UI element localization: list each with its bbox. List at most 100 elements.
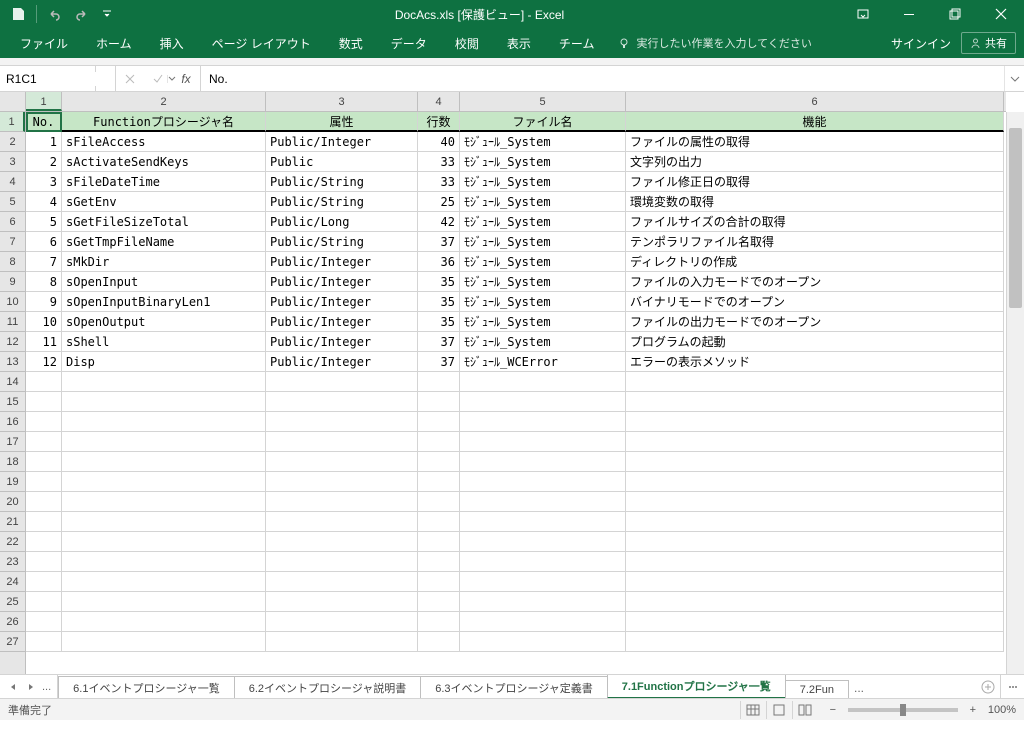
cell[interactable]: sOpenInput <box>62 272 266 292</box>
cell[interactable] <box>62 632 266 652</box>
cells-area[interactable]: No.Functionプロシージャ名属性行数ファイル名機能1sFileAcces… <box>26 112 1006 674</box>
cell[interactable]: ﾓｼﾞｭｰﾙ_System <box>460 232 626 252</box>
cell[interactable]: ファイル修正日の取得 <box>626 172 1004 192</box>
cell[interactable]: ファイル名 <box>460 112 626 132</box>
tab-formulas[interactable]: 数式 <box>325 28 377 58</box>
cell[interactable] <box>626 452 1004 472</box>
cell[interactable] <box>26 412 62 432</box>
row-header-24[interactable]: 24 <box>0 572 25 592</box>
cell[interactable] <box>418 372 460 392</box>
row-header-19[interactable]: 19 <box>0 472 25 492</box>
col-header-6[interactable]: 6 <box>626 92 1004 111</box>
ribbon-options-button[interactable] <box>840 0 886 28</box>
cell[interactable] <box>626 472 1004 492</box>
cell[interactable] <box>626 632 1004 652</box>
cell[interactable]: Disp <box>62 352 266 372</box>
cell[interactable] <box>266 372 418 392</box>
cell[interactable] <box>266 392 418 412</box>
row-header-17[interactable]: 17 <box>0 432 25 452</box>
cell[interactable]: sGetEnv <box>62 192 266 212</box>
tab-home[interactable]: ホーム <box>82 28 146 58</box>
col-header-4[interactable]: 4 <box>418 92 460 111</box>
cell[interactable] <box>62 532 266 552</box>
cell[interactable]: 8 <box>26 272 62 292</box>
cell[interactable] <box>418 512 460 532</box>
cell[interactable]: プログラムの起動 <box>626 332 1004 352</box>
cell[interactable]: 11 <box>26 332 62 352</box>
cell[interactable] <box>626 592 1004 612</box>
cell[interactable]: sOpenOutput <box>62 312 266 332</box>
cell[interactable]: 4 <box>26 192 62 212</box>
cell[interactable]: No. <box>26 112 62 132</box>
tab-nav-prev[interactable] <box>6 680 20 694</box>
vertical-scrollbar[interactable] <box>1006 112 1024 674</box>
sheet-tab-6-3[interactable]: 6.3イベントプロシージャ定義書 <box>420 676 608 698</box>
cell[interactable] <box>26 392 62 412</box>
cell[interactable] <box>418 412 460 432</box>
cell[interactable]: Public/Integer <box>266 312 418 332</box>
cell[interactable] <box>460 492 626 512</box>
cell[interactable] <box>418 572 460 592</box>
zoom-slider[interactable] <box>848 708 958 712</box>
cell[interactable]: 42 <box>418 212 460 232</box>
row-header-9[interactable]: 9 <box>0 272 25 292</box>
cell[interactable] <box>62 592 266 612</box>
cell[interactable] <box>460 452 626 472</box>
cell[interactable]: 35 <box>418 292 460 312</box>
cell[interactable] <box>266 612 418 632</box>
cell[interactable] <box>266 452 418 472</box>
cell[interactable]: 3 <box>26 172 62 192</box>
cell[interactable] <box>26 492 62 512</box>
cell[interactable] <box>62 472 266 492</box>
cell[interactable]: ﾓｼﾞｭｰﾙ_System <box>460 272 626 292</box>
enter-formula-button[interactable] <box>144 74 172 84</box>
undo-button[interactable] <box>43 2 67 26</box>
insert-function-button[interactable]: fx <box>172 72 200 86</box>
cell[interactable]: sGetTmpFileName <box>62 232 266 252</box>
cell[interactable]: ﾓｼﾞｭｰﾙ_System <box>460 152 626 172</box>
row-header-21[interactable]: 21 <box>0 512 25 532</box>
cell[interactable] <box>26 432 62 452</box>
cell[interactable] <box>418 432 460 452</box>
cell[interactable]: ﾓｼﾞｭｰﾙ_System <box>460 252 626 272</box>
cell[interactable] <box>62 552 266 572</box>
row-header-25[interactable]: 25 <box>0 592 25 612</box>
row-header-11[interactable]: 11 <box>0 312 25 332</box>
tab-page-layout[interactable]: ページ レイアウト <box>198 28 325 58</box>
cell[interactable]: 1 <box>26 132 62 152</box>
cell[interactable]: Public/String <box>266 172 418 192</box>
cell[interactable] <box>460 432 626 452</box>
cell[interactable]: sGetFileSizeTotal <box>62 212 266 232</box>
cell[interactable]: ﾓｼﾞｭｰﾙ_System <box>460 292 626 312</box>
tab-review[interactable]: 校閲 <box>441 28 493 58</box>
cell[interactable]: 7 <box>26 252 62 272</box>
sheet-tab-options[interactable] <box>1000 675 1024 698</box>
cell[interactable]: 行数 <box>418 112 460 132</box>
qat-customize[interactable] <box>95 2 119 26</box>
cell[interactable] <box>266 412 418 432</box>
cell[interactable] <box>62 512 266 532</box>
cell[interactable]: 6 <box>26 232 62 252</box>
cell[interactable]: 33 <box>418 152 460 172</box>
cell[interactable]: バイナリモードでのオープン <box>626 292 1004 312</box>
cell[interactable] <box>26 592 62 612</box>
cell[interactable] <box>626 612 1004 632</box>
zoom-level[interactable]: 100% <box>988 704 1016 716</box>
cell[interactable] <box>626 572 1004 592</box>
cell[interactable]: Public/String <box>266 232 418 252</box>
sheet-tab-6-2[interactable]: 6.2イベントプロシージャ説明書 <box>234 676 422 698</box>
row-header-6[interactable]: 6 <box>0 212 25 232</box>
row-header-1[interactable]: 1 <box>0 112 25 132</box>
row-header-12[interactable]: 12 <box>0 332 25 352</box>
cell[interactable]: Public/Integer <box>266 272 418 292</box>
tab-nav-ellipsis[interactable]: ... <box>42 681 51 693</box>
cell[interactable]: Public/Integer <box>266 132 418 152</box>
cell[interactable] <box>62 372 266 392</box>
row-header-18[interactable]: 18 <box>0 452 25 472</box>
cell[interactable] <box>626 492 1004 512</box>
cell[interactable]: 文字列の出力 <box>626 152 1004 172</box>
cell[interactable] <box>26 372 62 392</box>
cell[interactable]: 9 <box>26 292 62 312</box>
select-all-corner[interactable] <box>0 92 26 112</box>
sheet-tab-7-2[interactable]: 7.2Fun <box>785 680 849 698</box>
